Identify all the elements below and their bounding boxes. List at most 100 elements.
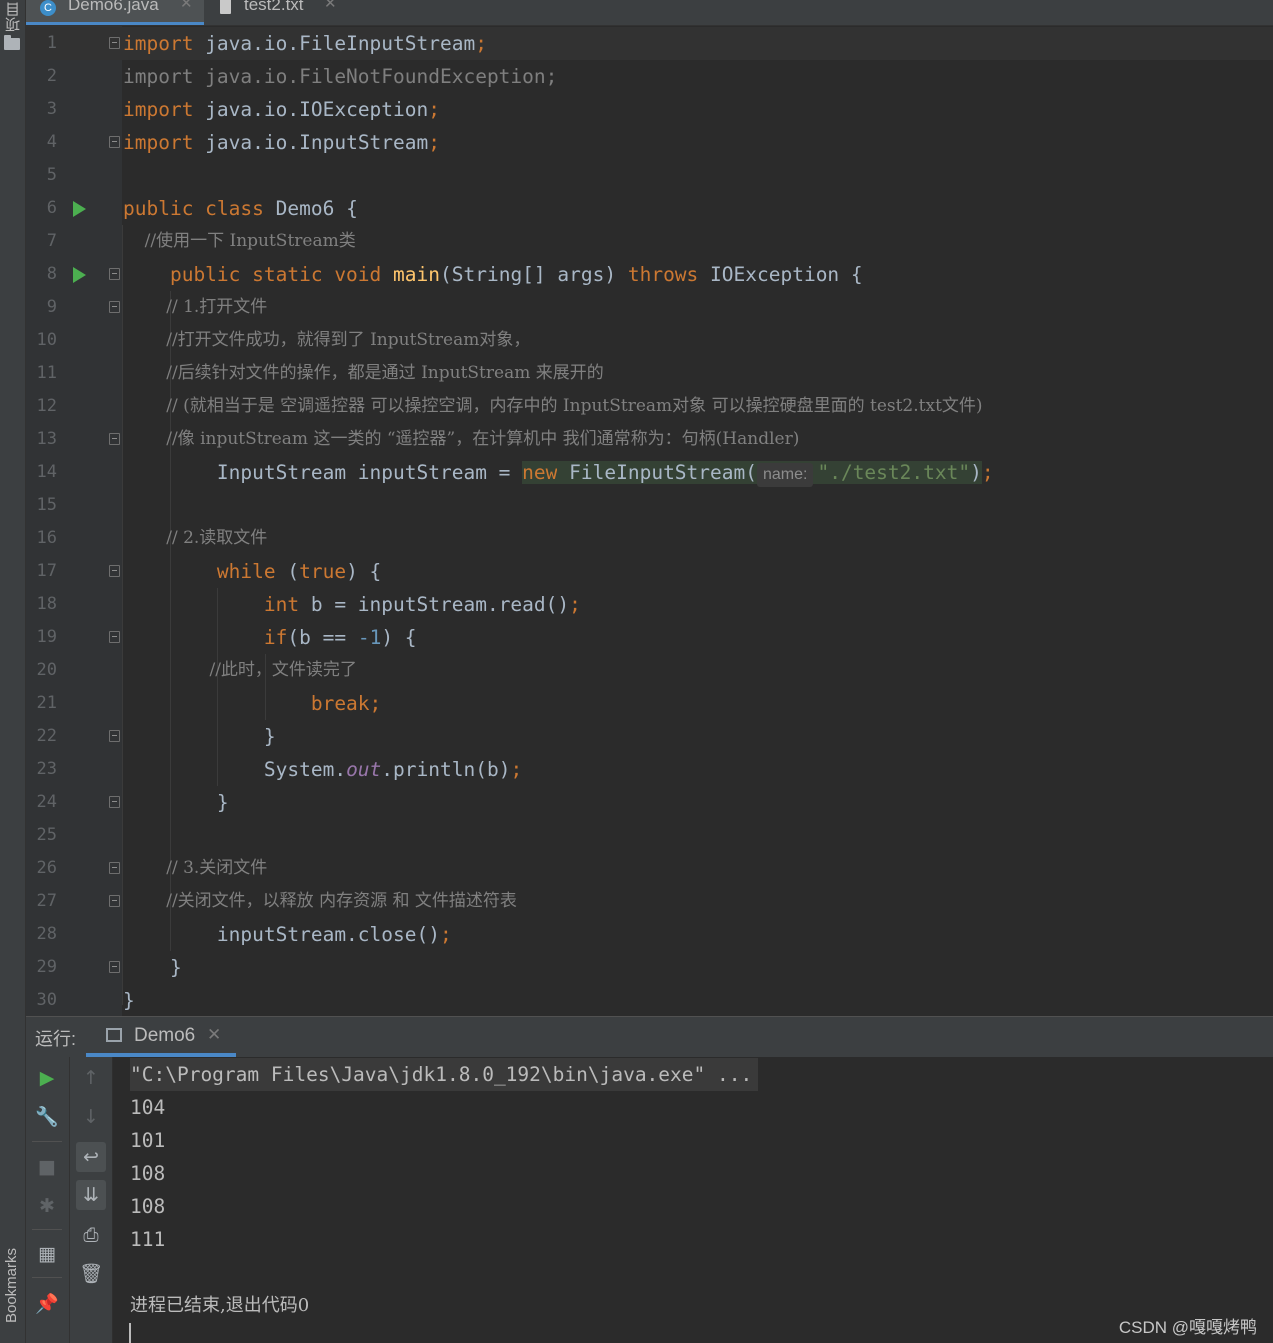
line-number: 27: [36, 891, 57, 911]
tab-test2-txt[interactable]: test2.txt ✕: [212, 0, 352, 25]
line-number: 25: [36, 825, 57, 845]
console-output-line: 101: [130, 1129, 166, 1152]
code-line-10: //打开文件成功，就得到了 InputStream对象，: [123, 330, 531, 350]
line-number: 16: [36, 528, 57, 548]
tool-window-stripe: 项目 Bookmarks: [0, 0, 26, 1343]
fold-icon[interactable]: [109, 895, 120, 907]
code-line-16: // 2.读取文件: [123, 528, 268, 548]
scroll-to-end-icon[interactable]: ⇊: [76, 1180, 106, 1210]
close-icon[interactable]: ✕: [180, 0, 193, 12]
fold-icon[interactable]: [109, 37, 120, 49]
fold-icon[interactable]: [109, 268, 120, 280]
folder-icon[interactable]: [4, 35, 20, 50]
parameter-hint: name:: [757, 463, 814, 487]
code-editor[interactable]: [122, 26, 1273, 1016]
line-number: 11: [36, 363, 57, 383]
line-number: 15: [36, 495, 57, 515]
code-line-3: import java.io.IOException;: [123, 98, 441, 121]
console-output-line: 108: [130, 1195, 166, 1218]
run-tab-demo6[interactable]: Demo6 ✕: [86, 1017, 236, 1057]
line-number: 2: [46, 66, 57, 86]
layout-icon[interactable]: ▦: [32, 1239, 62, 1269]
code-line-28: inputStream.close();: [123, 923, 452, 946]
fold-icon[interactable]: [109, 433, 120, 445]
project-tool-button[interactable]: 项目: [3, 0, 24, 32]
line-number: 14: [36, 462, 57, 482]
line-number: 5: [46, 165, 57, 185]
code-line-7: //使用一下 InputStream类: [123, 231, 356, 251]
code-line-4: import java.io.InputStream;: [123, 131, 441, 154]
close-icon[interactable]: ✕: [324, 0, 337, 12]
code-line-11: //后续针对文件的操作，都是通过 InputStream 来展开的: [123, 363, 604, 383]
arrow-up-icon[interactable]: ↑: [76, 1063, 106, 1093]
trash-icon[interactable]: 🗑: [76, 1259, 106, 1289]
toolbar-separator: [32, 1229, 62, 1230]
code-line-23: System.out.println(b);: [123, 758, 523, 781]
code-line-18: int b = inputStream.read();: [123, 593, 581, 616]
code-line-22: }: [123, 725, 276, 748]
run-class-icon[interactable]: [73, 201, 86, 217]
line-number: 23: [36, 759, 57, 779]
line-number: 30: [36, 990, 57, 1010]
bookmarks-tool-button[interactable]: Bookmarks: [3, 1248, 20, 1323]
console-command-line: "C:\Program Files\Java\jdk1.8.0_192\bin\…: [130, 1058, 759, 1091]
fold-icon[interactable]: [109, 730, 120, 742]
line-number: 12: [36, 396, 57, 416]
code-line-1: import java.io.FileInputStream;: [123, 32, 487, 55]
wrench-icon[interactable]: 🔧: [32, 1102, 62, 1132]
line-number: 26: [36, 858, 57, 878]
pin-icon[interactable]: 📌: [32, 1289, 62, 1319]
code-line-24: }: [123, 791, 229, 814]
line-number: 28: [36, 924, 57, 944]
line-number: 9: [46, 297, 57, 317]
fold-icon[interactable]: [109, 862, 120, 874]
fold-icon[interactable]: [109, 961, 120, 973]
line-number: 20: [36, 660, 57, 680]
fold-icon[interactable]: [109, 565, 120, 577]
line-number: 18: [36, 594, 57, 614]
editor-tab-bar: C Demo6.java ✕ test2.txt ✕: [26, 0, 1273, 26]
line-number: 17: [36, 561, 57, 581]
code-line-14: InputStream inputStream = new FileInputS…: [123, 456, 994, 489]
line-number: 13: [36, 429, 57, 449]
console-output-line: 111: [130, 1228, 166, 1251]
run-main-icon[interactable]: [73, 267, 86, 283]
code-line-20: //此时，文件读完了: [123, 660, 357, 680]
print-icon[interactable]: ⎙: [76, 1220, 106, 1250]
line-number: 19: [36, 627, 57, 647]
line-number: 10: [36, 330, 57, 350]
fold-icon[interactable]: [109, 631, 120, 643]
code-line-21: break;: [123, 692, 382, 715]
code-line-8: public static void main(String[] args) t…: [123, 263, 863, 286]
process-exit-message: 进程已结束,退出代码0: [130, 1295, 310, 1316]
code-line-17: while (true) {: [123, 560, 382, 583]
arrow-down-icon[interactable]: ↓: [76, 1102, 106, 1132]
run-toolbar-primary: ▶ 🔧 ■ ✱ ▦ 📌: [26, 1057, 70, 1343]
code-line-30: }: [123, 989, 135, 1012]
toolbar-separator: [32, 1277, 62, 1278]
line-number: 7: [46, 231, 57, 251]
text-caret: [129, 1323, 131, 1343]
fold-icon[interactable]: [109, 301, 120, 313]
debug-bug-icon[interactable]: ✱: [32, 1191, 62, 1221]
tab-label: Demo6.java: [68, 0, 159, 14]
toolbar-separator: [32, 1141, 62, 1142]
stop-icon[interactable]: ■: [32, 1152, 62, 1182]
rerun-icon[interactable]: ▶: [32, 1063, 62, 1093]
run-panel-header: 运行: Demo6 ✕: [26, 1016, 1273, 1057]
fold-icon[interactable]: [109, 796, 120, 808]
code-line-2: import java.io.FileNotFoundException;: [123, 65, 558, 88]
console-output-line: 108: [130, 1162, 166, 1185]
line-number: 3: [46, 99, 57, 119]
fold-icon[interactable]: [109, 136, 120, 148]
soft-wrap-icon[interactable]: ↩: [76, 1142, 106, 1172]
run-panel-label: 运行:: [35, 1029, 77, 1049]
code-line-26: // 3.关闭文件: [123, 858, 268, 878]
code-line-6: public class Demo6 {: [123, 197, 358, 220]
line-number: 21: [36, 693, 57, 713]
line-number: 6: [46, 198, 57, 218]
tab-demo6-java[interactable]: C Demo6.java ✕: [26, 0, 204, 25]
close-icon[interactable]: ✕: [207, 1025, 221, 1045]
text-file-icon: [220, 0, 231, 14]
tab-label: test2.txt: [244, 0, 304, 14]
